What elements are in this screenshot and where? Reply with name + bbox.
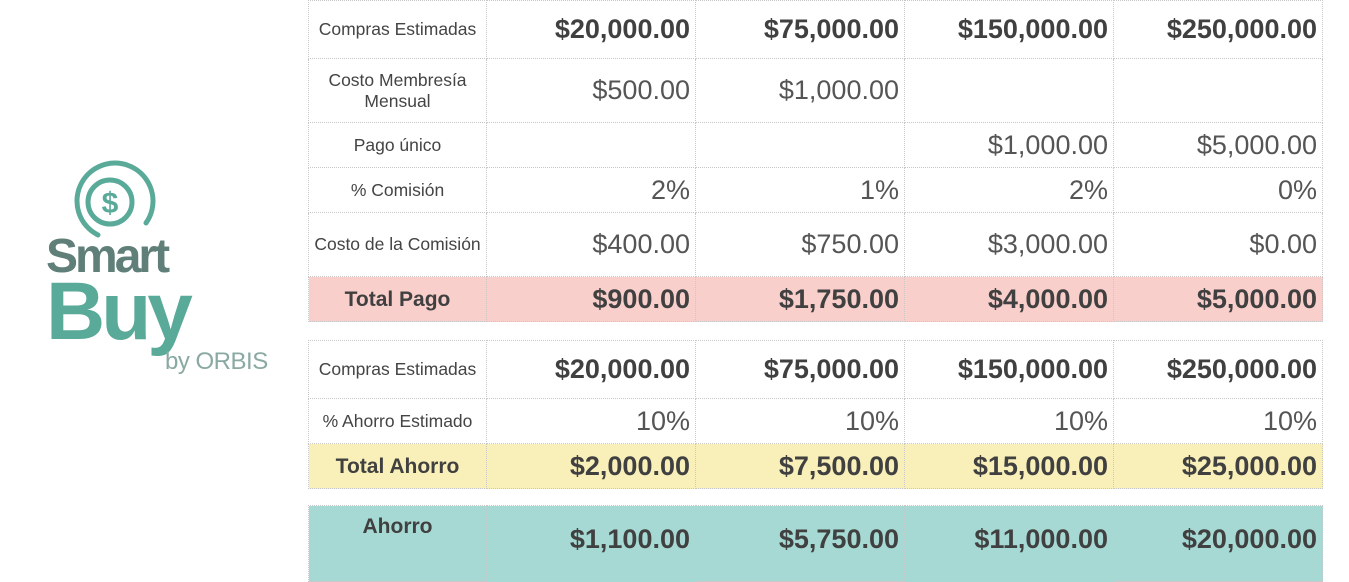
- logo-buy-text: Buy: [46, 266, 193, 357]
- cell-value: $75,000.00: [695, 0, 905, 59]
- cell-value: $3,000.00: [904, 212, 1114, 277]
- cell-value: [904, 58, 1114, 123]
- logo-by-orbis-text: by ORBIS: [165, 348, 268, 375]
- cell-value: $11,000.00: [904, 505, 1114, 582]
- cell-value: $250,000.00: [1113, 0, 1323, 59]
- row-label: Compras Estimadas: [308, 0, 487, 59]
- cell-value: 2%: [904, 167, 1114, 213]
- cell-value: [695, 122, 905, 168]
- row-label: % Ahorro Estimado: [308, 398, 487, 444]
- total-ahorro-row: Total Ahorro $2,000.00 $7,500.00 $15,000…: [308, 443, 1323, 489]
- table-row: % Comisión 2% 1% 2% 0%: [308, 167, 1323, 213]
- cell-value: 0%: [1113, 167, 1323, 213]
- table-row: Pago único $1,000.00 $5,000.00: [308, 122, 1323, 168]
- cell-value: $750.00: [695, 212, 905, 277]
- table-row: Costo Membresía Mensual $500.00 $1,000.0…: [308, 58, 1323, 123]
- row-label: Total Ahorro: [308, 443, 487, 489]
- row-label: Compras Estimadas: [308, 340, 487, 399]
- row-label: Total Pago: [308, 276, 487, 322]
- cell-value: 10%: [1113, 398, 1323, 444]
- row-label: Ahorro: [308, 505, 487, 582]
- cell-value: $900.00: [486, 276, 696, 322]
- cost-table: Compras Estimadas $20,000.00 $75,000.00 …: [308, 0, 1323, 322]
- cell-value: $150,000.00: [904, 340, 1114, 399]
- row-label: % Comisión: [308, 167, 487, 213]
- net-savings-table: Ahorro $1,100.00 $5,750.00 $11,000.00 $2…: [308, 505, 1323, 582]
- cell-value: $1,000.00: [695, 58, 905, 123]
- cell-value: $0.00: [1113, 212, 1323, 277]
- cell-value: $25,000.00: [1113, 443, 1323, 489]
- cell-value: 10%: [486, 398, 696, 444]
- cell-value: $2,000.00: [486, 443, 696, 489]
- cell-value: $1,750.00: [695, 276, 905, 322]
- cell-value: $5,000.00: [1113, 122, 1323, 168]
- cell-value: $4,000.00: [904, 276, 1114, 322]
- cell-value: 1%: [695, 167, 905, 213]
- cell-value: 10%: [695, 398, 905, 444]
- savings-table: Compras Estimadas $20,000.00 $75,000.00 …: [308, 340, 1323, 489]
- cell-value: 2%: [486, 167, 696, 213]
- table-row: % Ahorro Estimado 10% 10% 10% 10%: [308, 398, 1323, 444]
- table-row: Compras Estimadas $20,000.00 $75,000.00 …: [308, 0, 1323, 59]
- cell-value: $500.00: [486, 58, 696, 123]
- cell-value: $1,100.00: [486, 505, 696, 582]
- total-pago-row: Total Pago $900.00 $1,750.00 $4,000.00 $…: [308, 276, 1323, 322]
- row-label: Costo de la Comisión: [308, 212, 487, 277]
- ahorro-row: Ahorro $1,100.00 $5,750.00 $11,000.00 $2…: [308, 505, 1323, 582]
- cell-value: $20,000.00: [1113, 505, 1323, 582]
- smartbuy-logo: $ Smart Buy by ORBIS: [40, 155, 280, 385]
- cell-value: $75,000.00: [695, 340, 905, 399]
- cell-value: $400.00: [486, 212, 696, 277]
- row-label: Pago único: [308, 122, 487, 168]
- table-row: Compras Estimadas $20,000.00 $75,000.00 …: [308, 340, 1323, 399]
- cell-value: $15,000.00: [904, 443, 1114, 489]
- cell-value: $1,000.00: [904, 122, 1114, 168]
- svg-text:$: $: [102, 187, 119, 220]
- cell-value: [486, 122, 696, 168]
- cell-value: $5,750.00: [695, 505, 905, 582]
- cell-value: [1113, 58, 1323, 123]
- cell-value: $20,000.00: [486, 340, 696, 399]
- cell-value: $7,500.00: [695, 443, 905, 489]
- cell-value: $20,000.00: [486, 0, 696, 59]
- cell-value: 10%: [904, 398, 1114, 444]
- table-row: Costo de la Comisión $400.00 $750.00 $3,…: [308, 212, 1323, 277]
- cell-value: $150,000.00: [904, 0, 1114, 59]
- row-label: Costo Membresía Mensual: [308, 58, 487, 123]
- cell-value: $250,000.00: [1113, 340, 1323, 399]
- cell-value: $5,000.00: [1113, 276, 1323, 322]
